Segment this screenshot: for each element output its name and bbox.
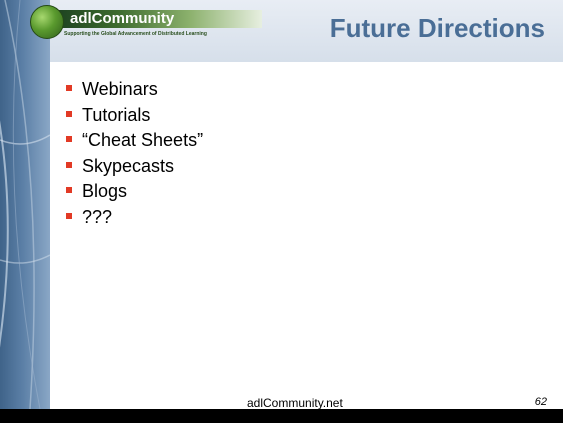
logo-tagline: Supporting the Global Advancement of Dis… bbox=[64, 31, 207, 37]
bullet-text: ??? bbox=[82, 206, 113, 227]
bullet-square-icon bbox=[66, 187, 72, 193]
bullet-square-icon bbox=[66, 110, 72, 117]
page-number: 62 bbox=[534, 396, 547, 408]
bullet-square-icon bbox=[66, 85, 72, 91]
bullet-item: Tutorials bbox=[66, 104, 203, 130]
left-decorative-band bbox=[0, 0, 50, 409]
bullet-square-icon bbox=[66, 136, 72, 142]
footer-url: adlCommunity.net bbox=[247, 396, 343, 410]
bullet-text: Skypecasts bbox=[82, 155, 175, 176]
bullet-square-icon bbox=[66, 161, 72, 168]
slide-title: Future Directions bbox=[329, 13, 545, 43]
logo-wordmark: adlCommunity bbox=[70, 10, 175, 27]
bullet-list: Webinars Tutorials “Cheat Sheets” Skypec… bbox=[66, 78, 203, 231]
bullet-square-icon bbox=[66, 212, 72, 219]
bullet-text: Webinars bbox=[82, 79, 158, 99]
bottom-bar bbox=[0, 409, 563, 423]
bullet-item: Blogs bbox=[66, 180, 203, 206]
bullet-text: Blogs bbox=[82, 181, 128, 201]
slide: Future Directions adlCommunity Supportin… bbox=[0, 0, 563, 423]
bullet-item: “Cheat Sheets” bbox=[66, 129, 203, 155]
bullet-item: Skypecasts bbox=[66, 155, 203, 181]
adlcommunity-logo: adlCommunity Supporting the Global Advan… bbox=[30, 5, 262, 39]
bullet-text: “Cheat Sheets” bbox=[82, 130, 204, 150]
bullet-item: ??? bbox=[66, 206, 203, 232]
globe-arcs-decoration bbox=[0, 0, 50, 409]
bullet-text: Tutorials bbox=[82, 104, 151, 125]
globe-icon bbox=[30, 5, 64, 39]
bullet-item: Webinars bbox=[66, 78, 203, 104]
